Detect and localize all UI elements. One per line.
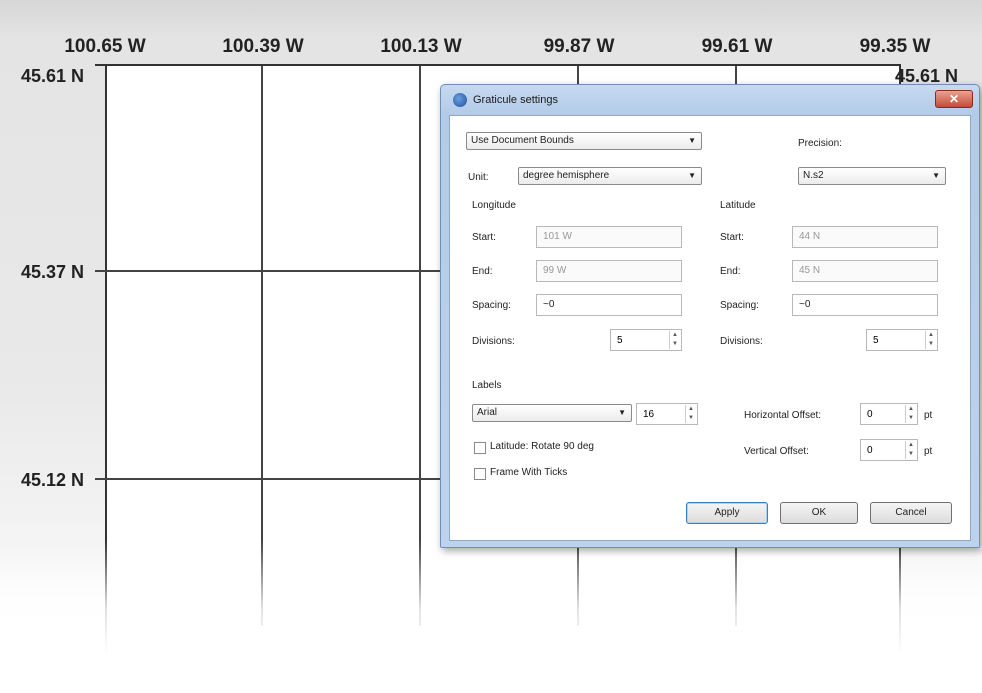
chevron-down-icon: ▼: [932, 171, 940, 180]
latitude-divisions-value: 5: [873, 335, 879, 346]
chevron-down-icon: ▼: [688, 171, 696, 180]
latitude-header: Latitude: [720, 200, 756, 211]
unit-label: Unit:: [468, 172, 489, 183]
latitude-end-field[interactable]: 45 N: [792, 260, 938, 282]
cancel-button[interactable]: Cancel: [870, 502, 952, 524]
precision-select[interactable]: N.s2 ▼: [798, 167, 946, 185]
vertical-offset-label: Vertical Offset:: [744, 446, 809, 457]
bottom-fade: [0, 540, 982, 693]
latitude-label: 45.37 N: [21, 262, 85, 282]
spin-arrows-icon[interactable]: ▲ ▼: [905, 405, 916, 423]
longitude-end-field[interactable]: 99 W: [536, 260, 682, 282]
longitude-spacing-label: Spacing:: [472, 300, 511, 311]
precision-select-value: N.s2: [803, 170, 824, 181]
font-select-value: Arial: [477, 407, 498, 418]
longitude-label: 99.87 W: [543, 36, 615, 57]
vertical-offset-value: 0: [867, 445, 873, 456]
longitude-start-field[interactable]: 101 W: [536, 226, 682, 248]
bounds-select-value: Use Document Bounds: [471, 135, 574, 146]
longitude-header: Longitude: [472, 200, 516, 211]
longitude-divisions-stepper[interactable]: 5 ▲ ▼: [610, 329, 682, 351]
unit-select[interactable]: degree hemisphere ▼: [518, 167, 702, 185]
latitude-label: 45.12 N: [21, 470, 85, 490]
precision-label: Precision:: [798, 138, 842, 149]
vertical-offset-unit: pt: [924, 446, 933, 457]
apply-button[interactable]: Apply: [686, 502, 768, 524]
horizontal-offset-value: 0: [867, 409, 873, 420]
spin-arrows-icon[interactable]: ▲ ▼: [925, 331, 936, 349]
longitude-start-label: Start:: [472, 232, 496, 243]
graticule-settings-dialog: Graticule settings ✕ Use Document Bounds…: [440, 84, 980, 548]
longitude-label: 100.39 W: [222, 36, 304, 57]
ok-button[interactable]: OK: [780, 502, 858, 524]
bounds-select[interactable]: Use Document Bounds ▼: [466, 132, 702, 150]
latitude-start-field[interactable]: 44 N: [792, 226, 938, 248]
chevron-down-icon: ▼: [618, 408, 626, 417]
latitude-start-label: Start:: [720, 232, 744, 243]
longitude-divisions-value: 5: [617, 335, 623, 346]
font-select[interactable]: Arial ▼: [472, 404, 632, 422]
latitude-spacing-field[interactable]: ~0: [792, 294, 938, 316]
labels-header: Labels: [472, 380, 502, 391]
graticule-tick: [95, 64, 107, 66]
font-size-value: 16: [643, 409, 655, 420]
longitude-label: 100.65 W: [64, 36, 146, 57]
app-icon: [453, 93, 467, 107]
dialog-titlebar[interactable]: Graticule settings ✕: [441, 85, 979, 115]
unit-select-value: degree hemisphere: [523, 170, 610, 181]
latitude-divisions-stepper[interactable]: 5 ▲ ▼: [866, 329, 938, 351]
latitude-label: 45.61 N: [21, 66, 85, 86]
horizontal-offset-label: Horizontal Offset:: [744, 410, 822, 421]
dialog-content: Use Document Bounds ▼ Precision: Unit: d…: [449, 115, 971, 541]
chevron-down-icon: ▼: [688, 136, 696, 145]
spin-arrows-icon[interactable]: ▲ ▼: [669, 331, 680, 349]
font-size-stepper[interactable]: 16 ▲ ▼: [636, 403, 698, 425]
vertical-offset-stepper[interactable]: 0 ▲ ▼: [860, 439, 918, 461]
frame-with-ticks-label: Frame With Ticks: [490, 467, 568, 478]
longitude-divisions-label: Divisions:: [472, 336, 515, 347]
horizontal-offset-unit: pt: [924, 410, 933, 421]
close-button[interactable]: ✕: [935, 90, 973, 108]
longitude-label: 99.35 W: [859, 36, 931, 57]
longitude-label: 100.13 W: [380, 36, 462, 57]
latitude-divisions-label: Divisions:: [720, 336, 763, 347]
latitude-end-label: End:: [720, 266, 741, 277]
spin-arrows-icon[interactable]: ▲ ▼: [685, 405, 696, 423]
longitude-end-label: End:: [472, 266, 493, 277]
longitude-spacing-field[interactable]: ~0: [536, 294, 682, 316]
horizontal-offset-stepper[interactable]: 0 ▲ ▼: [860, 403, 918, 425]
frame-with-ticks-checkbox[interactable]: [474, 468, 486, 480]
dialog-title: Graticule settings: [473, 94, 558, 106]
longitude-label: 99.61 W: [701, 36, 773, 57]
spin-arrows-icon[interactable]: ▲ ▼: [905, 441, 916, 459]
rotate-latitude-label: Latitude: Rotate 90 deg: [490, 441, 594, 452]
rotate-latitude-checkbox[interactable]: [474, 442, 486, 454]
latitude-spacing-label: Spacing:: [720, 300, 759, 311]
